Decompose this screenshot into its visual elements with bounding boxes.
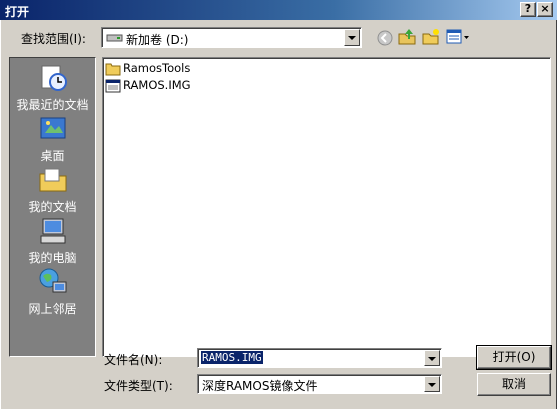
image-file-icon	[105, 79, 121, 93]
places-bar: 我最近的文档 桌面 我的文档 我的电脑 网上邻居	[9, 57, 96, 357]
window-title: 打开	[5, 5, 30, 19]
filename-value: RAMOS.IMG	[201, 351, 263, 364]
chevron-down-icon[interactable]	[424, 376, 440, 392]
filetype-select[interactable]: 深度RAMOS镜像文件	[197, 374, 442, 394]
file-list[interactable]: RamosTools RAMOS.IMG	[102, 57, 551, 357]
back-icon[interactable]	[375, 28, 395, 48]
drive-icon	[106, 34, 123, 42]
new-folder-icon[interactable]	[421, 27, 441, 47]
help-button[interactable]: ?	[520, 2, 536, 17]
lookin-label: 查找范围(I):	[21, 32, 86, 46]
chevron-down-icon[interactable]	[424, 350, 440, 366]
folder-icon	[105, 63, 121, 76]
my-computer-icon	[40, 218, 66, 244]
file-name: RAMOS.IMG	[123, 78, 191, 92]
filetype-label: 文件类型(T):	[104, 379, 173, 393]
desktop-icon	[40, 117, 66, 139]
filename-input[interactable]: RAMOS.IMG	[197, 348, 442, 368]
place-label: 桌面	[40, 149, 65, 163]
lookin-combo[interactable]: 新加卷 (D:)	[101, 27, 362, 48]
place-my-computer[interactable]: 我的电脑	[10, 215, 95, 265]
title-bar: 打开 ? ×	[0, 0, 557, 20]
my-documents-icon	[39, 168, 67, 192]
network-places-icon	[39, 268, 67, 293]
cancel-button[interactable]: 取消	[477, 373, 551, 396]
filetype-value: 深度RAMOS镜像文件	[202, 379, 318, 393]
filename-label: 文件名(N):	[104, 353, 163, 367]
place-desktop[interactable]: 桌面	[10, 113, 95, 163]
place-recent[interactable]: 我最近的文档	[10, 62, 95, 112]
place-my-documents[interactable]: 我的文档	[10, 164, 95, 214]
close-button[interactable]: ×	[537, 2, 553, 17]
recent-documents-icon	[41, 65, 67, 91]
place-network[interactable]: 网上邻居	[10, 266, 95, 316]
view-menu-icon[interactable]	[445, 27, 471, 47]
place-label: 我的文档	[28, 200, 77, 214]
open-button[interactable]: 打开(O)	[476, 345, 552, 370]
dialog-body: 查找范围(I): 新加卷 (D:) 我最近的文档 桌面 我的文档 我的电脑 网上…	[0, 20, 557, 409]
place-label: 我最近的文档	[16, 98, 89, 112]
up-folder-icon[interactable]	[397, 26, 417, 46]
file-name: RamosTools	[123, 61, 191, 75]
lookin-value: 新加卷 (D:)	[126, 33, 189, 47]
place-label: 我的电脑	[28, 251, 77, 265]
place-label: 网上邻居	[28, 302, 77, 316]
chevron-down-icon[interactable]	[344, 29, 360, 46]
